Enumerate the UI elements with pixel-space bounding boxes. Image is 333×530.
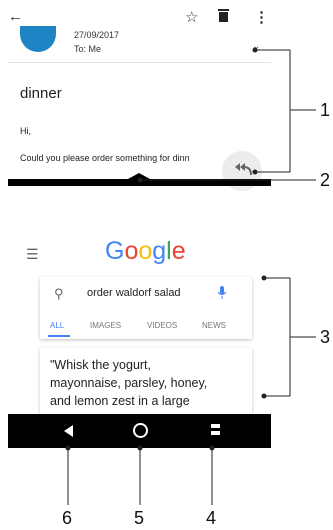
callout-1: 1 [320, 100, 331, 120]
callout-4: 4 [206, 508, 217, 528]
callout-3: 3 [320, 327, 331, 347]
callout-5: 5 [134, 508, 145, 528]
callout-lines [65, 47, 316, 505]
callout-2: 2 [320, 170, 331, 190]
callout-6: 6 [62, 508, 73, 528]
